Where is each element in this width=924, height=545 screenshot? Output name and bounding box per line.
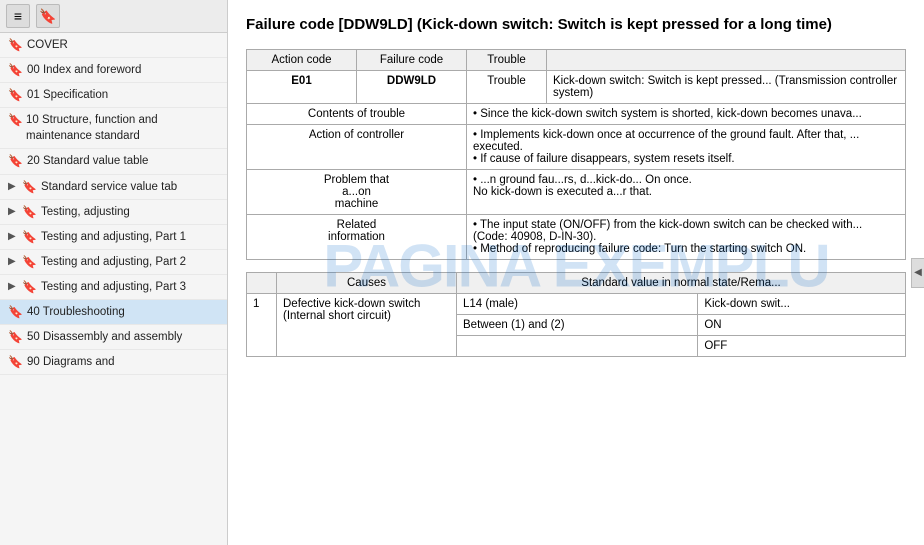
sidebar-item-10-structure[interactable]: 🔖 10 Structure, function and maintenance …	[0, 108, 227, 149]
sidebar-item-arrow-testing-adjusting-3: ▶	[8, 281, 18, 292]
sidebar-item-label-00-index: 00 Index and foreword	[27, 62, 141, 78]
cause-between-label-2	[457, 336, 698, 357]
sidebar-item-00-index[interactable]: 🔖 00 Index and foreword	[0, 58, 227, 83]
sidebar-item-label-cover: COVER	[27, 37, 68, 53]
bookmark-icon-testing-adjusting-3: 🔖	[22, 280, 37, 294]
standard-value-header: Standard value in normal state/Rema...	[457, 273, 906, 294]
bookmark-icon-standard-service: 🔖	[22, 180, 37, 194]
action-code-value: E01	[247, 71, 357, 104]
row-content-contents: • Since the kick-down switch system is s…	[467, 104, 906, 125]
sidebar-item-40-troubleshooting[interactable]: 🔖 40 Troubleshooting	[0, 300, 227, 325]
sidebar-item-01-spec[interactable]: 🔖 01 Specification	[0, 83, 227, 108]
sidebar-item-label-testing-adjusting-3: Testing and adjusting, Part 3	[41, 279, 186, 295]
col-failure-code: Failure code	[357, 50, 467, 71]
sidebar-item-testing-adjusting-3[interactable]: ▶ 🔖 Testing and adjusting, Part 3	[0, 275, 227, 300]
cause-on-value: ON	[698, 315, 906, 336]
failure-code-table: Action code Failure code Trouble E01 DDW…	[246, 49, 906, 260]
sidebar-nav: 🔖 COVER 🔖 00 Index and foreword 🔖 01 Specific…	[0, 33, 227, 545]
collapse-icon: ◀	[914, 267, 922, 278]
sidebar-item-label-testing-adjusting-1: Testing and adjusting, Part 1	[41, 229, 186, 245]
menu-icon: ≡	[14, 8, 22, 24]
bookmark-icon-40-troubleshooting: 🔖	[8, 305, 23, 319]
bookmark-icon-testing-adjusting-1: 🔖	[22, 230, 37, 244]
sidebar-item-20-standard[interactable]: 🔖 20 Standard value table	[0, 149, 227, 174]
cause-num-1: 1	[247, 294, 277, 357]
sidebar-item-arrow-testing-adjusting-1: ▶	[8, 231, 18, 242]
row-label-related: Relatedinformation	[247, 215, 467, 260]
sidebar-item-label-testing-adjusting: Testing, adjusting	[41, 204, 130, 220]
sidebar-item-label-10-structure: 10 Structure, function and maintenance s…	[26, 112, 219, 144]
bookmark-icon-01-spec: 🔖	[8, 88, 23, 102]
causes-num-header	[247, 273, 277, 294]
row-content-related: • The input state (ON/OFF) from the kick…	[467, 215, 906, 260]
main-content: PAGINA EXEMPLU Failure code [DDW9LD] (Ki…	[228, 0, 924, 545]
failure-code-value: DDW9LD	[357, 71, 467, 104]
cause-off-value: OFF	[698, 336, 906, 357]
bookmark-icon-testing-adjusting: 🔖	[22, 205, 37, 219]
bookmark-icon-10-structure: 🔖	[8, 113, 22, 127]
row-label-action: Action of controller	[247, 125, 467, 170]
sidebar-item-label-50-disassembly: 50 Disassembly and assembly	[27, 329, 182, 345]
sidebar-item-90-diagrams[interactable]: 🔖 90 Diagrams and	[0, 350, 227, 375]
sidebar-item-label-standard-service: Standard service value tab	[41, 179, 177, 195]
sidebar-item-testing-adjusting-1[interactable]: ▶ 🔖 Testing and adjusting, Part 1	[0, 225, 227, 250]
sidebar-item-arrow-standard-service: ▶	[8, 181, 18, 192]
sidebar-item-50-disassembly[interactable]: 🔖 50 Disassembly and assembly	[0, 325, 227, 350]
sidebar-item-label-20-standard: 20 Standard value table	[27, 153, 148, 169]
sidebar-item-label-01-spec: 01 Specification	[27, 87, 108, 103]
trouble-label: Trouble	[467, 71, 547, 104]
sidebar-item-label-90-diagrams: 90 Diagrams and	[27, 354, 115, 370]
col-trouble-desc	[547, 50, 906, 71]
row-content-action: • Implements kick-down once at occurrenc…	[467, 125, 906, 170]
row-content-problem: • ...n ground fau...rs, d...kick-do... O…	[467, 170, 906, 215]
cause-connector-l14: L14 (male)	[457, 294, 698, 315]
sidebar-item-label-testing-adjusting-2: Testing and adjusting, Part 2	[41, 254, 186, 270]
col-trouble: Trouble	[467, 50, 547, 71]
bookmark-icon-testing-adjusting-2: 🔖	[22, 255, 37, 269]
page-title: Failure code [DDW9LD] (Kick-down switch:…	[246, 14, 906, 35]
sidebar-item-cover[interactable]: 🔖 COVER	[0, 33, 227, 58]
cause-desc-1: Defective kick-down switch(Internal shor…	[277, 294, 457, 357]
bookmark-icon: 🔖	[39, 8, 56, 25]
sidebar-item-arrow-testing-adjusting-2: ▶	[8, 256, 18, 267]
sidebar: ≡ 🔖 🔖 COVER 🔖 00 Index and foreword 🔖 01 Spec…	[0, 0, 228, 545]
bookmark-icon-90-diagrams: 🔖	[8, 355, 23, 369]
bookmark-icon-cover: 🔖	[8, 38, 23, 52]
sidebar-item-label-40-troubleshooting: 40 Troubleshooting	[27, 304, 125, 320]
sidebar-item-testing-adjusting-2[interactable]: ▶ 🔖 Testing and adjusting, Part 2	[0, 250, 227, 275]
bookmark-button[interactable]: 🔖	[36, 4, 60, 28]
row-label-problem: Problem thata...onmachine	[247, 170, 467, 215]
sidebar-item-arrow-testing-adjusting: ▶	[8, 206, 18, 217]
causes-table: Causes Standard value in normal state/Re…	[246, 272, 906, 357]
bookmark-icon-20-standard: 🔖	[8, 154, 23, 168]
cause-kickdown-label: Kick-down swit...	[698, 294, 906, 315]
sidebar-collapse-button[interactable]: ◀	[911, 258, 924, 288]
sidebar-toolbar: ≡ 🔖	[0, 0, 227, 33]
sidebar-item-standard-service[interactable]: ▶ 🔖 Standard service value tab	[0, 175, 227, 200]
menu-button[interactable]: ≡	[6, 4, 30, 28]
bookmark-icon-00-index: 🔖	[8, 63, 23, 77]
cause-between-label: Between (1) and (2)	[457, 315, 698, 336]
col-action-code: Action code	[247, 50, 357, 71]
bookmark-icon-50-disassembly: 🔖	[8, 330, 23, 344]
sidebar-item-testing-adjusting[interactable]: ▶ 🔖 Testing, adjusting	[0, 200, 227, 225]
trouble-description: Kick-down switch: Switch is kept pressed…	[547, 71, 906, 104]
causes-header: Causes	[277, 273, 457, 294]
row-label-contents: Contents of trouble	[247, 104, 467, 125]
